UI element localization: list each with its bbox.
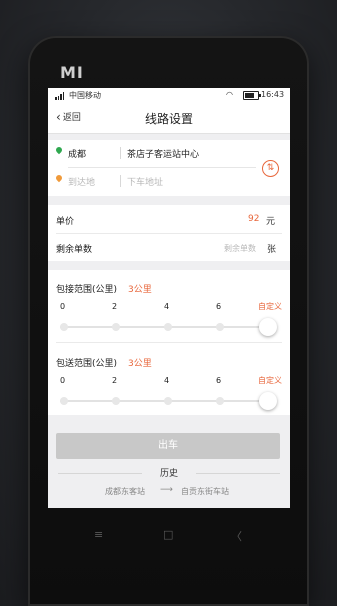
to-row: 到达地 下车地址: [48, 168, 258, 195]
battery-icon: [243, 91, 261, 100]
depart-button[interactable]: 出车: [56, 433, 280, 459]
status-time: 16:43: [261, 90, 285, 99]
swap-route-button[interactable]: ⇅: [262, 160, 279, 177]
dropoff-custom-link[interactable]: 自定义: [258, 375, 282, 386]
pickup-slider-handle[interactable]: [259, 318, 277, 336]
history-item-to[interactable]: 自贡东街车站: [181, 486, 229, 497]
divider: [56, 342, 282, 343]
dropoff-range-slider[interactable]: [60, 392, 277, 410]
route-card: 成都 茶店子客运站中心 到达地 下车地址 ⇅: [48, 140, 290, 196]
dropoff-slider-handle[interactable]: [259, 392, 277, 410]
pickup-range-slider[interactable]: [60, 318, 277, 336]
to-station-input[interactable]: 下车地址: [127, 175, 163, 188]
tickets-unit: 张: [267, 245, 277, 255]
back-key-icon[interactable]: 〈: [231, 528, 242, 544]
dropoff-range-value: 3公里: [128, 359, 152, 369]
pickup-range-value: 3公里: [128, 285, 152, 295]
tick-label: 4: [164, 376, 170, 385]
tick-label: 4: [164, 302, 170, 311]
tick-label: 2: [112, 302, 118, 311]
destination-pin-icon: [54, 173, 64, 183]
dropoff-range-label: 包送范围(公里): [56, 359, 118, 369]
tick-label: 2: [112, 376, 118, 385]
app-screen: 中国移动 ◠ 16:43 ‹ 返回 线路设置 成都 茶店子客运站中心 到达地 下车…: [48, 88, 290, 508]
dropoff-range-ticks: 0 2 4 6: [56, 376, 282, 388]
arrow-right-icon: ⟶: [160, 485, 173, 495]
history-heading: 历史: [159, 469, 178, 479]
navigation-bar: ‹ 返回 线路设置: [48, 103, 290, 134]
signal-icon: [55, 92, 65, 100]
wifi-icon: ◠: [226, 90, 233, 99]
from-city[interactable]: 成都: [68, 147, 86, 160]
tick-label: 0: [60, 302, 66, 311]
tick-label: 6: [216, 302, 222, 311]
price-unit: 元: [266, 217, 276, 227]
origin-pin-icon: [54, 145, 64, 155]
tick-label: 0: [60, 376, 66, 385]
carrier-name: 中国移动: [69, 91, 101, 100]
pickup-range-ticks: 0 2 4 6: [56, 302, 282, 314]
divider: [56, 233, 282, 234]
brand-logo: MI: [60, 63, 84, 82]
tick-label: 6: [216, 376, 222, 385]
price-input[interactable]: 92: [248, 214, 259, 224]
tickets-input[interactable]: 剩余单数: [224, 243, 256, 254]
range-card: 包接范围(公里) 3公里 0 2 4 6 自定义 包送范围(公里) 3公里 0 …: [48, 270, 290, 415]
pricing-card: 单价 92 元 剩余单数 剩余单数 张: [48, 205, 290, 261]
hardware-softkeys: ≡ □ 〈: [48, 520, 290, 550]
to-city-input[interactable]: 到达地: [68, 175, 95, 188]
from-station[interactable]: 茶店子客运站中心: [127, 147, 199, 160]
pickup-custom-link[interactable]: 自定义: [258, 301, 282, 312]
from-row: 成都 茶店子客运站中心: [48, 140, 258, 168]
menu-key-icon[interactable]: ≡: [94, 528, 103, 541]
home-key-icon[interactable]: □: [163, 528, 173, 541]
price-label: 单价: [56, 217, 75, 227]
page-title: 线路设置: [144, 112, 193, 126]
pickup-range-label: 包接范围(公里): [56, 285, 118, 295]
tickets-label: 剩余单数: [56, 245, 93, 255]
history-item-from[interactable]: 成都东客站: [105, 486, 145, 497]
status-bar: 中国移动 ◠ 16:43: [48, 88, 290, 103]
